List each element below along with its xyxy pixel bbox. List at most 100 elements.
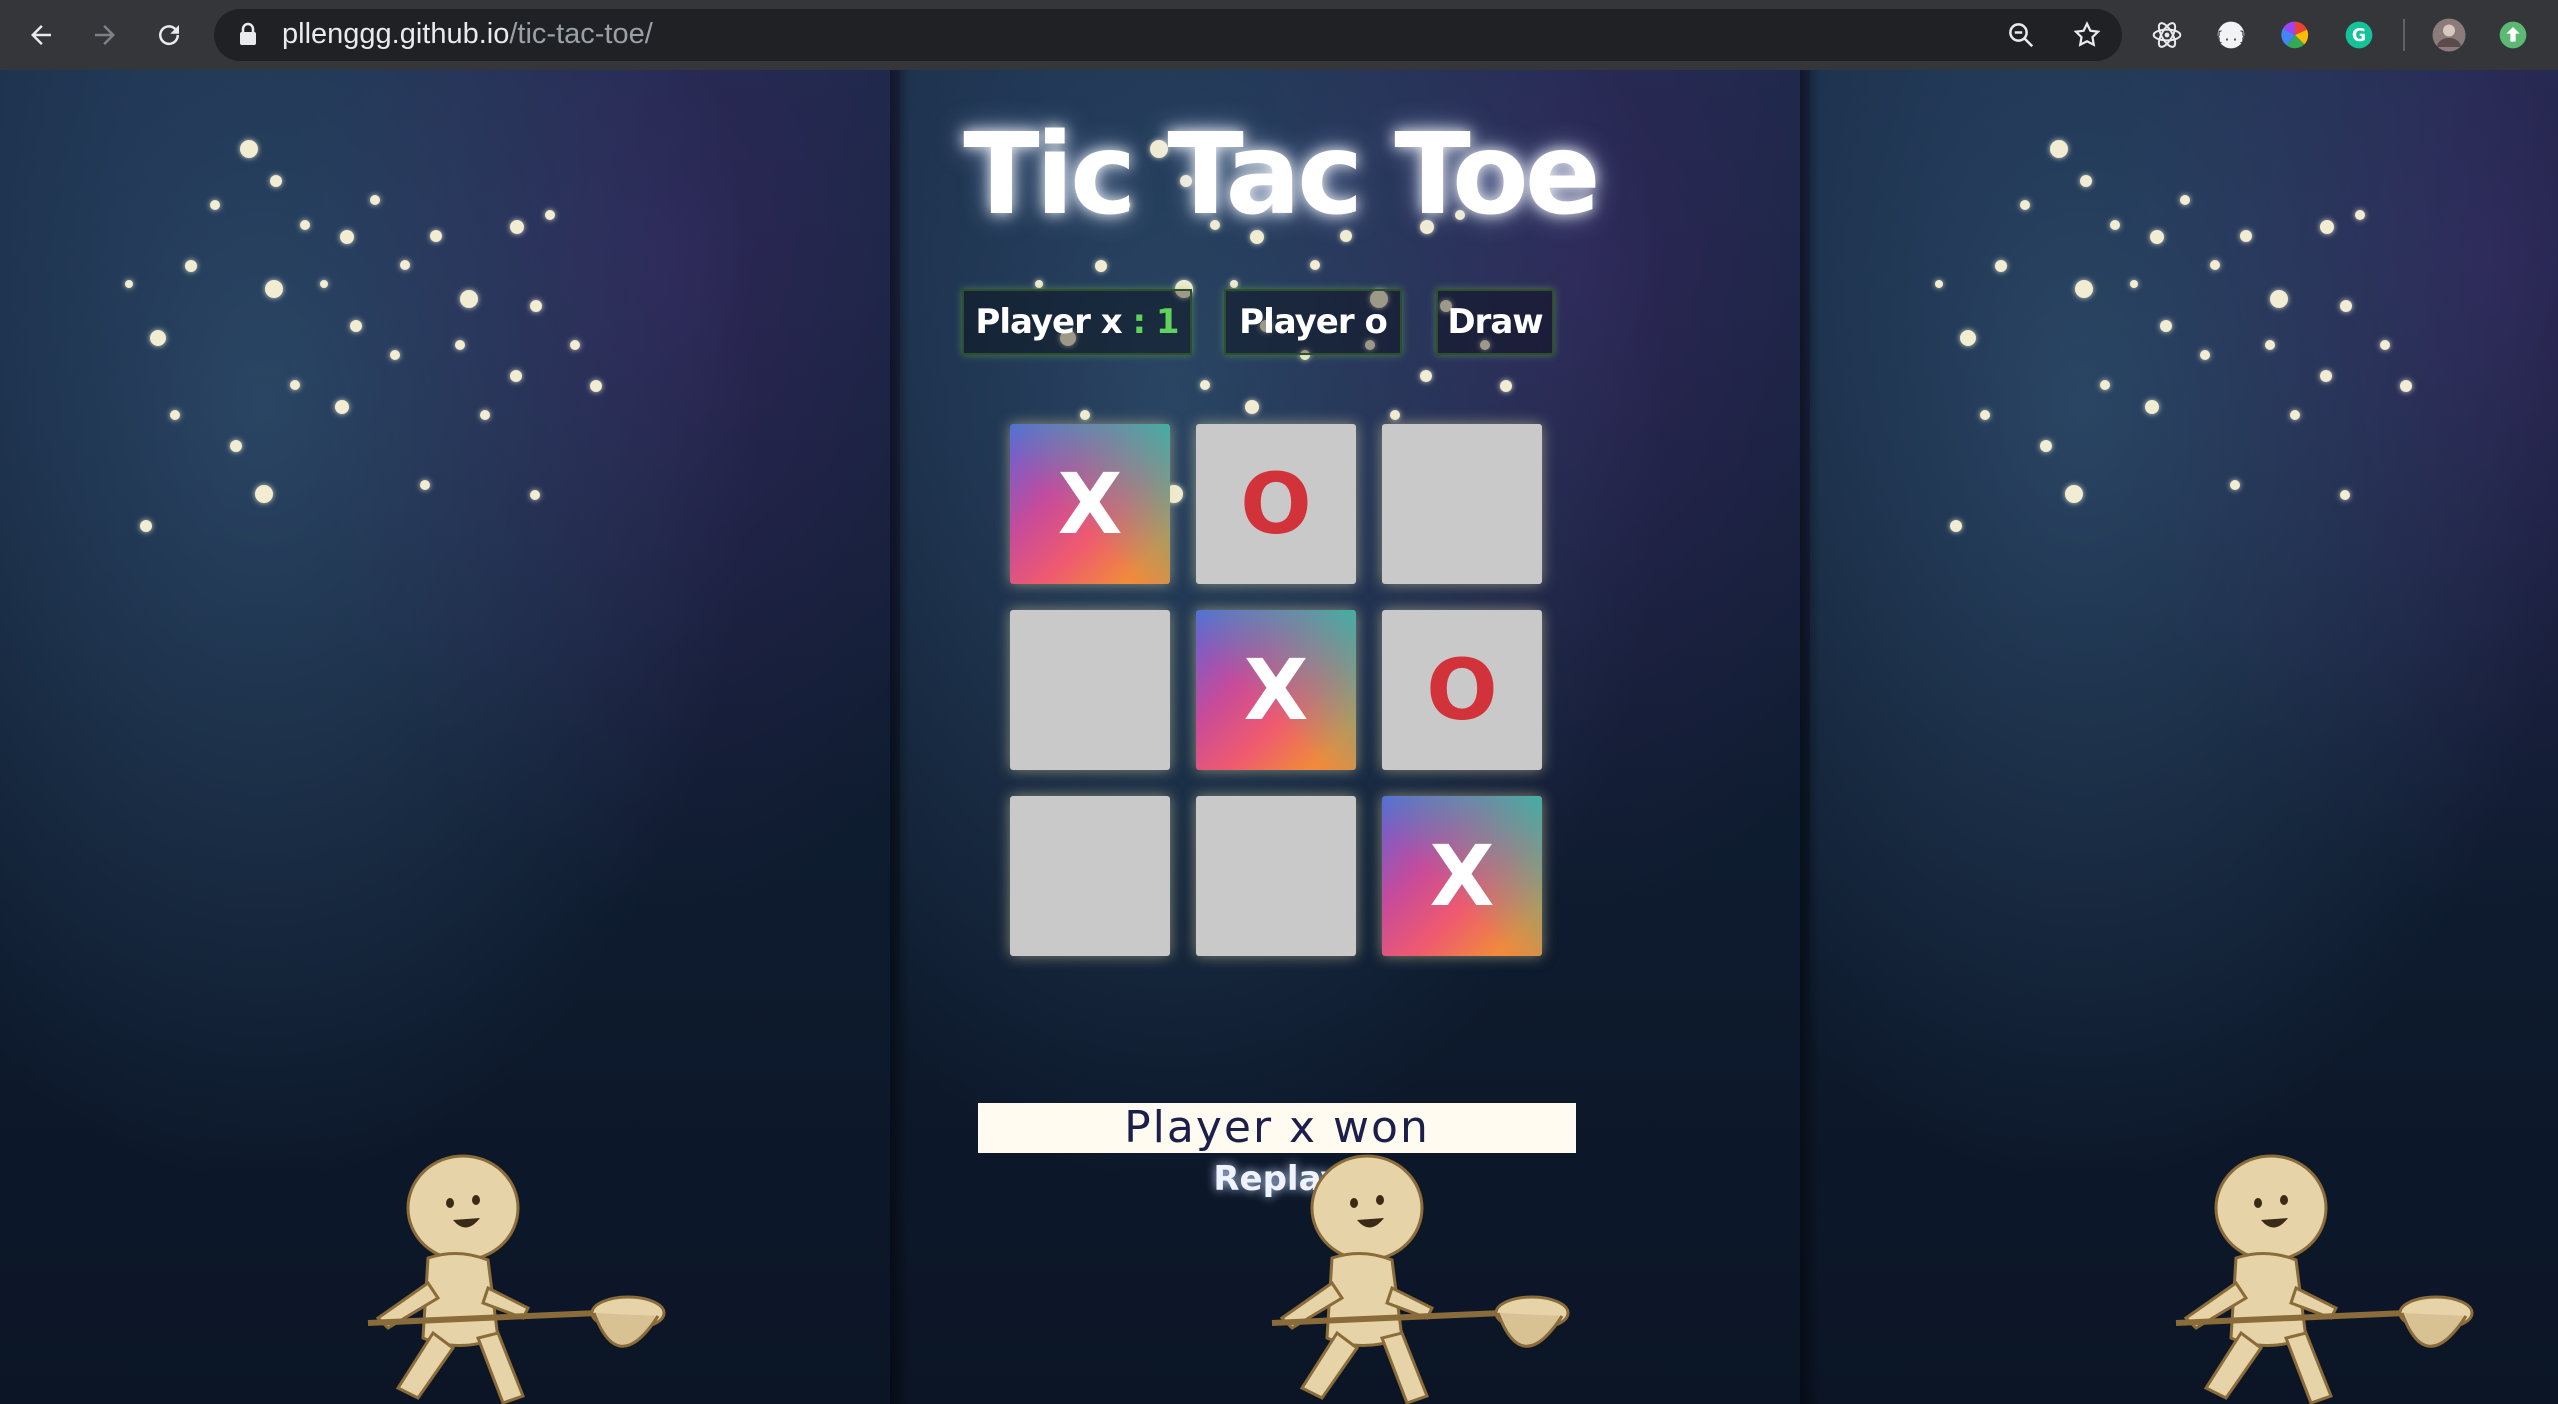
board-cell[interactable]	[1010, 610, 1170, 770]
score-draw-label: Draw	[1447, 302, 1543, 342]
splatter-dot	[420, 480, 430, 490]
splatter-dot	[1950, 520, 1962, 532]
score-draw: Draw	[1436, 289, 1554, 355]
forward-arrow-icon	[95, 25, 115, 45]
toolbar-divider	[2403, 19, 2405, 51]
splatter-dot	[1310, 260, 1320, 270]
splatter-dot	[1245, 400, 1259, 414]
back-button[interactable]	[20, 14, 62, 56]
splatter-dot	[1200, 380, 1210, 390]
splatter-dot	[480, 410, 490, 420]
kid-with-net-illustration	[367, 1154, 666, 1404]
splatter-dot	[1995, 260, 2007, 272]
splatter-dot	[1390, 410, 1400, 420]
svg-text:{..}: {..}	[2215, 29, 2247, 44]
bookmark-button[interactable]	[2066, 14, 2108, 56]
color-picker-extension[interactable]	[2274, 14, 2316, 56]
forward-button[interactable]	[84, 14, 126, 56]
splatter-dot	[240, 140, 258, 158]
board-cell[interactable]: X	[1196, 610, 1356, 770]
score-player-o-label: Player o	[1239, 302, 1388, 342]
splatter-dot	[265, 280, 283, 298]
update-arrow-icon	[2499, 21, 2527, 49]
react-icon	[2152, 22, 2182, 48]
splatter-dot	[2265, 340, 2275, 350]
splatter-dot	[255, 485, 273, 503]
splatter-dot	[320, 280, 328, 288]
splatter-dot	[2130, 280, 2138, 288]
o-mark: O	[1426, 641, 1498, 739]
splatter-dot	[2050, 140, 2068, 158]
board-cell[interactable]: O	[1196, 424, 1356, 584]
board-cell[interactable]	[1196, 796, 1356, 956]
splatter-dot	[2020, 200, 2030, 210]
reload-icon	[159, 25, 180, 46]
score-player-x-label: Player x	[975, 302, 1122, 342]
splatter-dot	[400, 260, 410, 270]
splatter-dot	[460, 290, 478, 308]
url-text: pllenggg.github.io/tic-tac-toe/	[282, 14, 653, 54]
splatter-dot	[2400, 380, 2412, 392]
splatter-dot	[230, 440, 242, 452]
avatar-icon	[2432, 18, 2466, 52]
profile-avatar-button[interactable]	[2428, 14, 2470, 56]
react-devtools-extension[interactable]	[2146, 14, 2188, 56]
splatter-dot	[170, 410, 180, 420]
score-player-x-value: 1	[1155, 302, 1180, 342]
splatter-dot	[1035, 280, 1043, 288]
board-cell[interactable]	[1010, 796, 1170, 956]
game-page: Tic Tac Toe Player x : 1 Player o Draw X…	[0, 70, 2558, 1404]
update-button[interactable]	[2492, 14, 2534, 56]
o-mark: O	[1240, 455, 1312, 553]
kid-with-net-illustration	[1271, 1154, 1570, 1404]
splatter-dot	[1935, 280, 1943, 288]
svg-text:G: G	[2352, 26, 2366, 46]
splatter-dot	[1960, 330, 1976, 346]
json-viewer-extension[interactable]: {..}	[2210, 14, 2252, 56]
splatter-dot	[2160, 320, 2172, 332]
x-mark: X	[1243, 641, 1309, 739]
splatter-dot	[2075, 280, 2093, 298]
zoom-button[interactable]	[2000, 14, 2042, 56]
splatter-dot	[340, 230, 354, 244]
url-path: /tic-tac-toe/	[509, 18, 653, 50]
splatter-dot	[2100, 380, 2110, 390]
star-icon	[2073, 21, 2101, 47]
score-player-o: Player o	[1224, 289, 1402, 355]
splatter-dot	[1080, 410, 1090, 420]
splatter-dot	[270, 175, 282, 187]
splatter-dot	[2230, 480, 2240, 490]
splatter-dot	[350, 320, 362, 332]
splatter-dot	[510, 220, 524, 234]
x-mark: X	[1429, 827, 1495, 925]
board-cell[interactable]	[1382, 424, 1542, 584]
splatter-dot	[150, 330, 166, 346]
splatter-dot	[1420, 370, 1432, 382]
splatter-dot	[2150, 230, 2164, 244]
splatter-dot	[185, 260, 197, 272]
splatter-dot	[2200, 350, 2210, 360]
browser-toolbar: pllenggg.github.io/tic-tac-toe/ {..} G	[0, 0, 2558, 70]
url-host: pllenggg.github.io	[282, 18, 510, 50]
splatter-dot	[2355, 210, 2365, 220]
board-cell[interactable]: X	[1382, 796, 1542, 956]
splatter-dot	[2080, 175, 2092, 187]
grammarly-extension[interactable]: G	[2338, 14, 2380, 56]
splatter-dot	[2240, 230, 2252, 242]
splatter-dot	[510, 370, 522, 382]
reload-button[interactable]	[148, 14, 190, 56]
splatter-dot	[2340, 490, 2350, 500]
result-banner: Player x won	[978, 1103, 1576, 1153]
board-cell[interactable]: O	[1382, 610, 1542, 770]
score-player-x-separator: :	[1121, 302, 1156, 342]
board-cell[interactable]: X	[1010, 424, 1170, 584]
splatter-dot	[2340, 300, 2352, 312]
splatter-dot	[2290, 410, 2300, 420]
splatter-dot	[1980, 410, 1990, 420]
splatter-dot	[455, 340, 465, 350]
splatter-dot	[530, 490, 540, 500]
splatter-dot	[530, 300, 542, 312]
splatter-dot	[2145, 400, 2159, 414]
splatter-dot	[390, 350, 400, 360]
splatter-dot	[1095, 260, 1107, 272]
